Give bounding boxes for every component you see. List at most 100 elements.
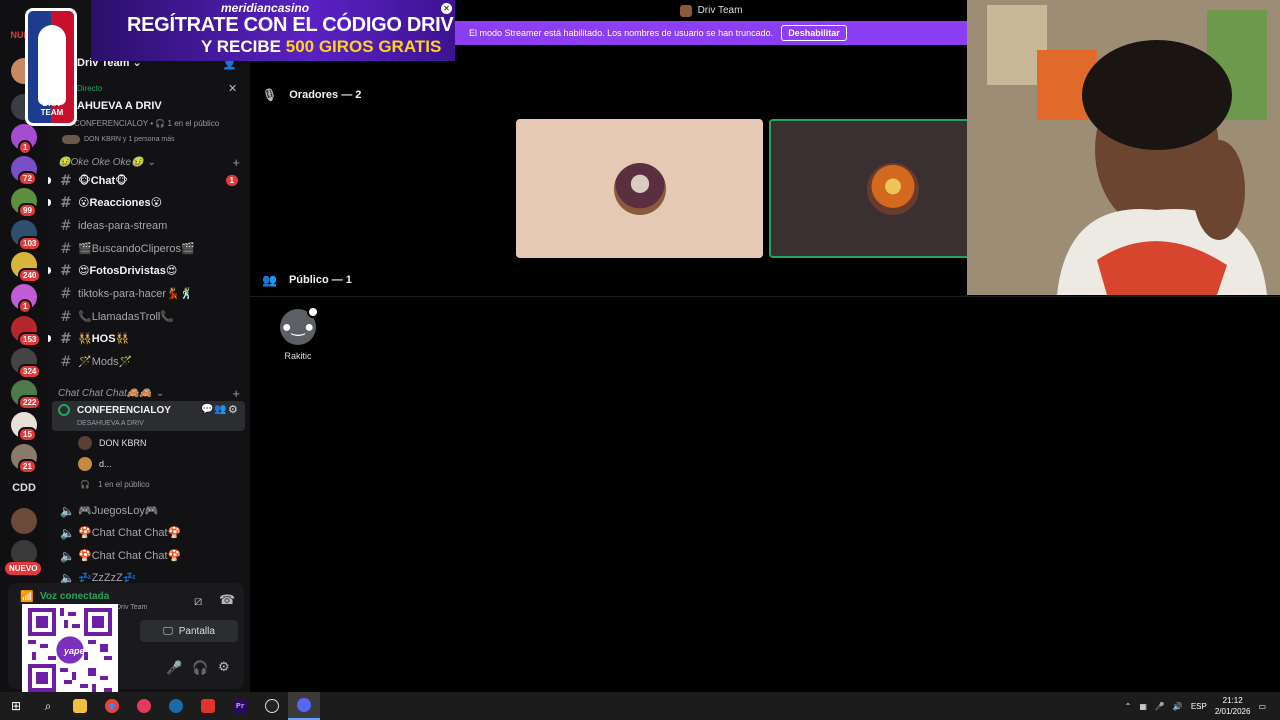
channel-item[interactable]: # 🪄Mods🪄 bbox=[54, 351, 244, 372]
server-badge: 324 bbox=[18, 364, 42, 379]
disable-streamer-button[interactable]: Deshabilitar bbox=[781, 25, 847, 41]
noise-suppression-icon[interactable]: ⧄ bbox=[194, 594, 202, 609]
stage-title[interactable]: AHUEVA A DRIV bbox=[77, 100, 162, 112]
text-channel-icon: # bbox=[60, 240, 72, 257]
close-icon[interactable]: ✕ bbox=[228, 82, 237, 95]
avatar bbox=[78, 457, 92, 471]
chevron-down-icon: ⌄ bbox=[155, 388, 165, 399]
ad-line2: Y RECIBE 500 GIROS GRATIS bbox=[201, 37, 442, 56]
voice-channel-item[interactable]: 🔈 🍄Chat Chat Chat🍄 bbox=[54, 522, 244, 543]
voice-user[interactable]: DON KBRN bbox=[78, 436, 147, 450]
chrome-icon[interactable] bbox=[96, 692, 128, 720]
channel-item[interactable]: # 📞LlamadasTroll📞 bbox=[54, 306, 244, 327]
voice-status[interactable]: Voz conectada bbox=[40, 591, 109, 602]
channel-item[interactable]: # 🎬BuscandoCliperos🎬 bbox=[54, 238, 244, 259]
server-badge: 222 bbox=[18, 395, 42, 410]
screen-share-button[interactable]: 🖵 Pantalla bbox=[140, 620, 238, 642]
chat-bubble-icon[interactable]: 💬 bbox=[201, 404, 213, 415]
text-channel-icon: # bbox=[60, 285, 72, 302]
unread-indicator bbox=[48, 199, 51, 206]
system-tray: ⌃ ▦ 🎤 🔊 ESP 21:12 2/01/2026 ▭ bbox=[1125, 692, 1280, 720]
audience-header: 👥 Público — 1 bbox=[262, 273, 352, 287]
media-player-icon[interactable] bbox=[128, 692, 160, 720]
server-badge: 1 bbox=[18, 299, 33, 314]
speaker-tile[interactable] bbox=[516, 119, 763, 258]
channel-item[interactable]: # tiktoks-para-hacer💃🕺 bbox=[54, 283, 244, 304]
channel-item[interactable]: # 😮Reacciones😮 bbox=[48, 192, 244, 213]
qr-code: yape bbox=[22, 604, 118, 696]
server-icon bbox=[679, 4, 692, 17]
webcam-overlay bbox=[967, 0, 1280, 295]
voice-channel-item[interactable]: 🔈 🎮JuegosLoy🎮 bbox=[54, 500, 244, 521]
voice-audience: 🎧 1 en el público bbox=[78, 480, 150, 489]
mention-badge: 1 bbox=[225, 175, 238, 186]
text-channel-icon: # bbox=[60, 353, 72, 370]
channel-item[interactable]: # 😍FotosDrivistas😍 bbox=[48, 260, 244, 281]
add-channel-icon[interactable]: + bbox=[232, 155, 240, 170]
language-indicator[interactable]: ESP bbox=[1191, 702, 1207, 711]
video-app-icon[interactable] bbox=[192, 692, 224, 720]
volume-icon[interactable]: 🔊 bbox=[1173, 702, 1183, 711]
speaker-icon: 🔈 bbox=[60, 525, 75, 540]
window-title: Driv Team bbox=[697, 5, 743, 16]
speakers-header: 🎙 Oradores — 2 bbox=[262, 88, 362, 102]
category-header[interactable]: Chat Chat Chat🙈🙈 ⌄ + bbox=[58, 386, 240, 401]
channel-item[interactable]: # 👯HOS👯 bbox=[48, 328, 244, 349]
add-channel-icon[interactable]: + bbox=[232, 386, 240, 401]
steam-icon[interactable] bbox=[160, 692, 192, 720]
start-icon[interactable]: ⊞ bbox=[0, 692, 32, 720]
unread-indicator bbox=[48, 335, 51, 342]
discord-icon[interactable] bbox=[288, 692, 320, 720]
logo-text: DRIV TEAM bbox=[40, 99, 64, 117]
unread-indicator bbox=[48, 267, 51, 274]
server-icon[interactable] bbox=[11, 508, 37, 534]
premiere-icon[interactable]: Pr bbox=[224, 692, 256, 720]
category-header[interactable]: 🤢Oke Oke Oke🤢 ⌄ + bbox=[58, 155, 240, 170]
voice-channel-subtitle: DESAHUEVA A DRIV bbox=[77, 420, 144, 427]
server-badge: 1 bbox=[18, 140, 33, 155]
obs-icon[interactable] bbox=[256, 692, 288, 720]
add-member-icon[interactable]: 👥 bbox=[214, 404, 226, 415]
player-silhouette-icon bbox=[38, 25, 66, 105]
notification-icon[interactable]: ▭ bbox=[1258, 702, 1266, 711]
stage-speakers: DON KBRN y 1 persona más bbox=[62, 135, 175, 144]
server-badge: 153 bbox=[18, 332, 42, 347]
headphones-icon: 🎧 bbox=[155, 119, 166, 128]
server-badge: 103 bbox=[18, 236, 42, 251]
voice-user[interactable]: d... bbox=[78, 457, 112, 471]
unread-indicator bbox=[48, 177, 51, 184]
clock[interactable]: 21:12 2/01/2026 bbox=[1215, 695, 1251, 717]
file-explorer-icon[interactable] bbox=[64, 692, 96, 720]
server-badge: 72 bbox=[18, 171, 37, 186]
new-servers-pill[interactable]: NUEVO bbox=[5, 562, 42, 575]
text-channel-icon: # bbox=[60, 194, 72, 211]
channel-item[interactable]: # 🐵Chat🐵 1 bbox=[48, 170, 244, 191]
text-channel-icon: # bbox=[60, 217, 72, 234]
stage-icon bbox=[58, 404, 70, 416]
channel-item[interactable]: # ideas-para-stream bbox=[54, 215, 244, 236]
headphones-icon[interactable]: 🎧 bbox=[192, 661, 208, 676]
headphones-icon: 🎧 bbox=[80, 480, 90, 489]
network-icon[interactable]: ▦ bbox=[1139, 702, 1147, 711]
avatar bbox=[866, 162, 919, 215]
team-logo: DRIV TEAM bbox=[25, 8, 77, 126]
ad-banner: meridiancasino REGÍTRATE CON EL CÓDIGO D… bbox=[91, 0, 455, 61]
window-titlebar: Driv Team bbox=[455, 0, 967, 21]
gear-icon[interactable]: ⚙ bbox=[218, 660, 230, 675]
divider bbox=[250, 296, 1280, 297]
disconnect-icon[interactable]: ☎ bbox=[219, 593, 235, 608]
chevron-down-icon: ⌄ bbox=[147, 157, 156, 168]
close-icon[interactable]: ✕ bbox=[441, 3, 452, 14]
server-cdd[interactable]: CDD bbox=[0, 482, 48, 494]
audience-member[interactable]: ●‿● Rakitic bbox=[278, 306, 319, 361]
chevron-up-icon[interactable]: ⌃ bbox=[1125, 702, 1132, 711]
webcam-feed bbox=[967, 0, 1280, 295]
microphone-icon[interactable]: 🎤 bbox=[166, 661, 182, 676]
active-voice-channel[interactable]: CONFERENCIALOY DESAHUEVA A DRIV 💬 👥 ⚙ bbox=[52, 401, 245, 431]
voice-channel-item[interactable]: 🔈 🍄Chat Chat Chat🍄 bbox=[54, 545, 244, 566]
microphone-icon[interactable]: 🎤 bbox=[1155, 702, 1165, 711]
discord-logo-icon: ●‿● bbox=[280, 306, 319, 345]
voice-server: Driv Team bbox=[116, 604, 148, 611]
search-icon[interactable]: ⌕ bbox=[32, 692, 64, 720]
gear-icon[interactable]: ⚙ bbox=[228, 403, 238, 416]
